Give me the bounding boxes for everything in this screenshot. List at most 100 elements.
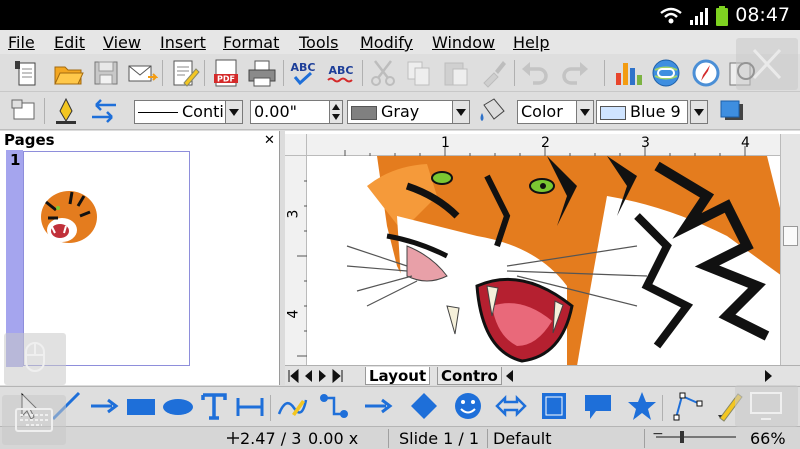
pages-panel-title: Pages (4, 131, 55, 149)
keyboard-icon (15, 408, 53, 432)
line-color-field[interactable]: Gray (347, 100, 453, 124)
fullscreen-toggle-button[interactable] (735, 385, 798, 427)
first-tab-icon[interactable] (287, 369, 299, 383)
text-tool-icon[interactable] (198, 390, 230, 422)
menu-file-label: File (8, 33, 35, 52)
paste-icon[interactable] (440, 57, 472, 89)
undo-icon[interactable] (518, 57, 550, 89)
menu-modify-label: Modify (360, 33, 414, 52)
mouse-toggle-button[interactable] (4, 333, 66, 385)
open-folder-icon[interactable] (52, 57, 84, 89)
close-document-button[interactable] (736, 38, 798, 90)
stars-icon[interactable] (626, 390, 658, 422)
menu-view[interactable]: View (103, 33, 141, 52)
menu-tools[interactable]: Tools (299, 33, 338, 52)
line-icon[interactable] (50, 95, 82, 127)
vertical-scrollbar[interactable] (780, 134, 800, 366)
scroll-right-icon[interactable] (763, 369, 775, 383)
ellipse-tool-icon[interactable] (162, 390, 194, 422)
copy-icon[interactable] (403, 57, 435, 89)
curve-tool-icon[interactable] (276, 390, 308, 422)
hyperlink-icon[interactable] (650, 57, 682, 89)
area-color-dropdown[interactable] (690, 100, 708, 124)
ruler-tick-label: 1 (441, 135, 450, 151)
tab-controls[interactable]: Contro (437, 367, 502, 385)
slide-indicator: Slide 1 / 1 (399, 429, 480, 448)
zoom-out-icon[interactable]: − (652, 426, 664, 442)
line-width-field[interactable]: 0.00" (250, 100, 330, 124)
block-arrows-icon[interactable] (495, 390, 527, 422)
monitor-icon (750, 392, 782, 420)
arrow-line-tool-icon[interactable] (88, 390, 120, 422)
tab-layout[interactable]: Layout (365, 367, 431, 385)
symbol-shapes-icon[interactable] (452, 390, 484, 422)
line-style-dropdown[interactable] (225, 100, 243, 124)
line-color-dropdown[interactable] (452, 100, 470, 124)
scrollbar-thumb[interactable] (783, 226, 798, 246)
menu-format[interactable]: Format (223, 33, 279, 52)
lines-arrows-icon[interactable] (362, 390, 394, 422)
spellcheck-icon[interactable]: ABC (287, 57, 319, 89)
autospellcheck-icon[interactable]: ABC (325, 57, 357, 89)
line-width-spinner[interactable] (329, 100, 343, 124)
standard-toolbar: PDF ABC ABC (0, 38, 800, 92)
dimension-line-icon[interactable] (234, 390, 266, 422)
line-width-value: 0.00" (254, 102, 297, 121)
menu-insert-label: Insert (160, 33, 206, 52)
position-icon (227, 432, 239, 444)
connector-tool-icon[interactable] (318, 390, 350, 422)
scroll-left-icon[interactable] (503, 369, 515, 383)
last-tab-icon[interactable] (332, 369, 344, 383)
area-style-label: Color (521, 102, 563, 121)
menu-window[interactable]: Window (432, 33, 495, 52)
keyboard-toggle-button[interactable] (2, 395, 66, 445)
area-fill-icon[interactable] (476, 95, 508, 127)
horizontal-ruler: 1 2 3 4 (285, 134, 780, 156)
signal-icon (690, 8, 708, 25)
tiger-image[interactable] (307, 156, 782, 366)
menu-insert[interactable]: Insert (160, 33, 206, 52)
redo-icon[interactable] (560, 57, 592, 89)
clone-formatting-icon[interactable] (478, 57, 510, 89)
line-style-field[interactable]: Conti (134, 100, 226, 124)
basic-shapes-icon[interactable] (408, 390, 440, 422)
flowchart-icon[interactable] (538, 390, 570, 422)
email-icon[interactable] (126, 57, 158, 89)
menu-help[interactable]: Help (513, 33, 549, 52)
menu-file[interactable]: File (8, 33, 35, 52)
area-style-dropdown[interactable] (576, 100, 594, 124)
area-style-field[interactable]: Color (517, 100, 577, 124)
new-document-icon[interactable] (10, 57, 42, 89)
prev-tab-icon[interactable] (302, 369, 314, 383)
area-color-field[interactable]: Blue 9 (596, 100, 688, 124)
menu-edit-label: Edit (54, 33, 85, 52)
menu-edit[interactable]: Edit (54, 33, 85, 52)
close-panel-icon[interactable]: ✕ (264, 133, 275, 148)
menu-format-label: Format (223, 33, 280, 52)
zoom-slider-thumb[interactable] (680, 431, 684, 443)
shadow-icon[interactable] (716, 95, 748, 127)
battery-icon (716, 6, 728, 26)
vertical-ruler: 3 4 (285, 156, 307, 366)
zoom-slider[interactable]: − (652, 426, 736, 446)
rectangle-tool-icon[interactable] (125, 390, 157, 422)
libreoffice-impress-window: 08:47 File Edit View Insert Format Tools… (0, 0, 800, 449)
export-pdf-icon[interactable]: PDF (210, 57, 242, 89)
navigator-icon[interactable] (690, 57, 722, 89)
edit-file-icon[interactable] (168, 57, 200, 89)
callouts-icon[interactable] (582, 390, 614, 422)
chart-icon[interactable] (612, 57, 644, 89)
slide-layout-icon[interactable] (8, 95, 40, 127)
slide-canvas[interactable] (285, 131, 800, 385)
print-icon[interactable] (246, 57, 278, 89)
ruler-tick-label: 3 (641, 135, 650, 151)
save-icon[interactable] (90, 57, 122, 89)
menu-modify[interactable]: Modify (360, 33, 413, 52)
view-tab-bar: Layout Contro (285, 365, 800, 385)
menu-tools-label: Tools (299, 33, 339, 52)
ruler-tick-label: 4 (741, 135, 750, 151)
points-edit-icon[interactable] (672, 390, 704, 422)
next-tab-icon[interactable] (317, 369, 329, 383)
cut-icon[interactable] (367, 57, 399, 89)
arrow-style-icon[interactable] (88, 95, 120, 127)
